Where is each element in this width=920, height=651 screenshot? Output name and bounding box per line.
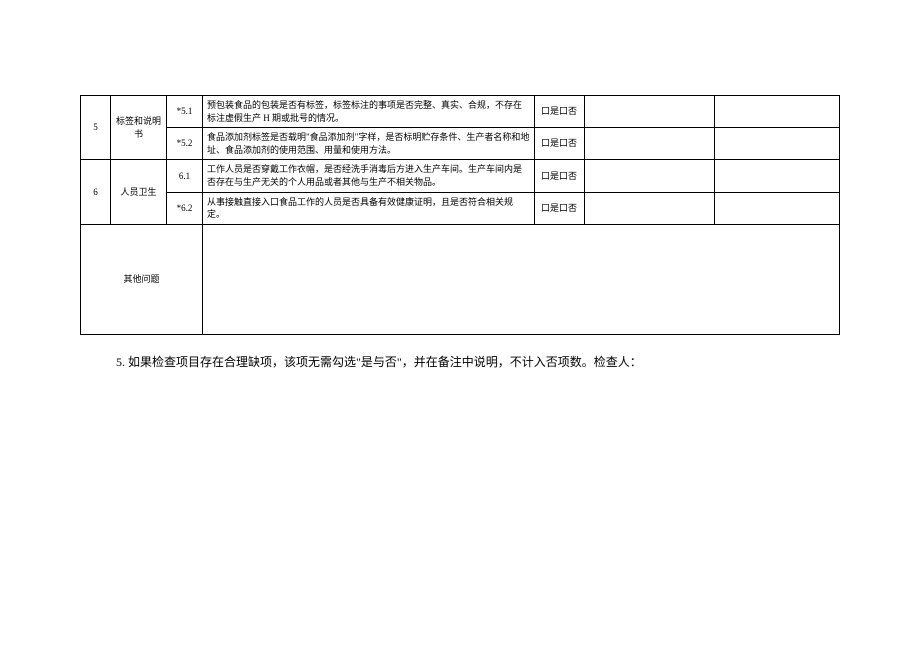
note-cell [585,192,715,224]
item-code: *5.1 [167,96,203,128]
note-cell [715,192,840,224]
inspection-table: 5 标签和说明书 *5.1 预包装食品的包装是否有标签，标签标注的事项是否完整、… [80,95,840,335]
check-option[interactable]: 口是口否 [535,192,585,224]
footnote-text: 5. 如果检查项目存在合理缺项，该项无需勾选"是与否"，并在备注中说明，不计入否… [80,353,840,370]
note-cell [585,160,715,192]
item-code: *5.2 [167,128,203,160]
item-code: 6.1 [167,160,203,192]
category-label: 人员卫生 [111,160,167,224]
note-cell [715,160,840,192]
note-cell [585,128,715,160]
item-desc: 工作人员是否穿戴工作衣帽，是否经洗手消毒后方进入生产车间。生产车间内是否存在与生… [203,160,535,192]
table-row: *5.2 食品添加剂标签是否载明"食品添加剂"字样，是否标明贮存条件、生产者名称… [81,128,840,160]
row-number: 6 [81,160,111,224]
note-cell [585,96,715,128]
check-option[interactable]: 口是口否 [535,128,585,160]
note-cell [715,128,840,160]
check-option[interactable]: 口是口否 [535,160,585,192]
other-issues-content [203,224,840,334]
category-label: 标签和说明书 [111,96,167,160]
table-row: 5 标签和说明书 *5.1 预包装食品的包装是否有标签，标签标注的事项是否完整、… [81,96,840,128]
check-option[interactable]: 口是口否 [535,96,585,128]
table-row: *6.2 从事接触直接入口食品工作的人员是否具备有效健康证明，且是否符合相关规定… [81,192,840,224]
other-issues-label: 其他问题 [81,224,203,334]
item-code: *6.2 [167,192,203,224]
item-desc: 预包装食品的包装是否有标签，标签标注的事项是否完整、真实、合规，不存在标注虚假生… [203,96,535,128]
item-desc: 食品添加剂标签是否载明"食品添加剂"字样，是否标明贮存条件、生产者名称和地址、食… [203,128,535,160]
table-row: 其他问题 [81,224,840,334]
item-desc: 从事接触直接入口食品工作的人员是否具备有效健康证明，且是否符合相关规定。 [203,192,535,224]
row-number: 5 [81,96,111,160]
note-cell [715,96,840,128]
table-row: 6 人员卫生 6.1 工作人员是否穿戴工作衣帽，是否经洗手消毒后方进入生产车间。… [81,160,840,192]
